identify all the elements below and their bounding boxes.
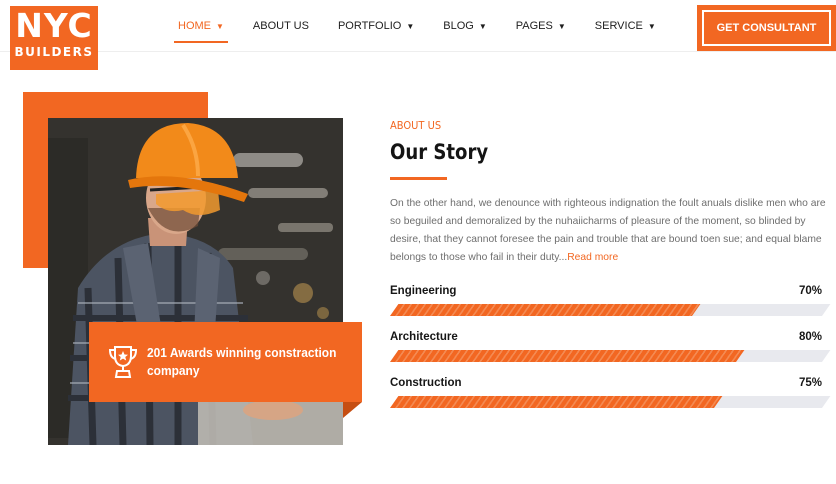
chevron-down-icon: ▼ bbox=[478, 21, 487, 31]
progress-fill bbox=[390, 350, 744, 362]
title-underline bbox=[390, 177, 447, 180]
skill-construction: Construction 75% bbox=[390, 376, 831, 408]
progress-fill bbox=[390, 396, 723, 408]
get-consultant-button[interactable]: GET CONSULTANT bbox=[702, 10, 831, 46]
nav-item-portfolio[interactable]: PORTFOLIO ▼ bbox=[332, 0, 420, 52]
nav-label: SERVICE bbox=[594, 20, 643, 32]
skill-percent: 75% bbox=[798, 377, 822, 389]
logo-subtitle: BUILDERS bbox=[14, 45, 94, 59]
brand-logo[interactable]: NYC BUILDERS bbox=[10, 6, 98, 70]
section-title: Our Story bbox=[390, 140, 489, 164]
nav-label: PAGES bbox=[515, 20, 553, 32]
progress-fill bbox=[390, 304, 701, 316]
progress-track bbox=[390, 304, 831, 316]
skill-label: Architecture bbox=[390, 331, 458, 343]
nav-item-service[interactable]: SERVICE ▼ bbox=[589, 0, 662, 52]
progress-track bbox=[390, 350, 831, 362]
nav-label: ABOUT US bbox=[252, 20, 309, 32]
section-eyebrow: ABOUT US bbox=[390, 119, 442, 132]
skill-label: Engineering bbox=[390, 285, 457, 297]
chevron-down-icon: ▼ bbox=[406, 21, 415, 31]
read-more-link[interactable]: Read more bbox=[567, 252, 618, 263]
skill-architecture: Architecture 80% bbox=[390, 330, 831, 362]
main-nav: HOME ▼ ABOUT US PORTFOLIO ▼ BLOG ▼ PAGES… bbox=[172, 0, 679, 52]
nav-item-pages[interactable]: PAGES ▼ bbox=[510, 0, 572, 52]
nav-label: HOME bbox=[178, 20, 211, 32]
chevron-down-icon: ▼ bbox=[557, 21, 566, 31]
cta-container: GET CONSULTANT bbox=[697, 5, 836, 51]
nav-label: PORTFOLIO bbox=[337, 20, 402, 32]
trophy-icon bbox=[108, 346, 138, 378]
nav-item-about-us[interactable]: ABOUT US bbox=[247, 0, 315, 52]
skill-percent: 80% bbox=[798, 331, 822, 343]
award-fold bbox=[343, 402, 362, 418]
nav-item-blog[interactable]: BLOG ▼ bbox=[437, 0, 493, 52]
about-paragraph: On the other hand, we denounce with righ… bbox=[390, 195, 830, 267]
nav-item-home[interactable]: HOME ▼ bbox=[172, 0, 230, 52]
chevron-down-icon: ▼ bbox=[647, 21, 656, 31]
progress-track bbox=[390, 396, 831, 408]
chevron-down-icon: ▼ bbox=[216, 21, 224, 31]
skill-engineering: Engineering 70% bbox=[390, 284, 831, 316]
skill-percent: 70% bbox=[798, 285, 822, 297]
skill-label: Construction bbox=[390, 377, 462, 389]
site-header: NYC BUILDERS HOME ▼ ABOUT US PORTFOLIO ▼… bbox=[0, 0, 836, 70]
nav-label: BLOG bbox=[443, 20, 474, 32]
logo-title: NYC bbox=[15, 6, 93, 45]
award-badge: 201 Awards winning constraction company bbox=[89, 322, 362, 402]
award-text: 201 Awards winning constraction company bbox=[147, 345, 337, 378]
